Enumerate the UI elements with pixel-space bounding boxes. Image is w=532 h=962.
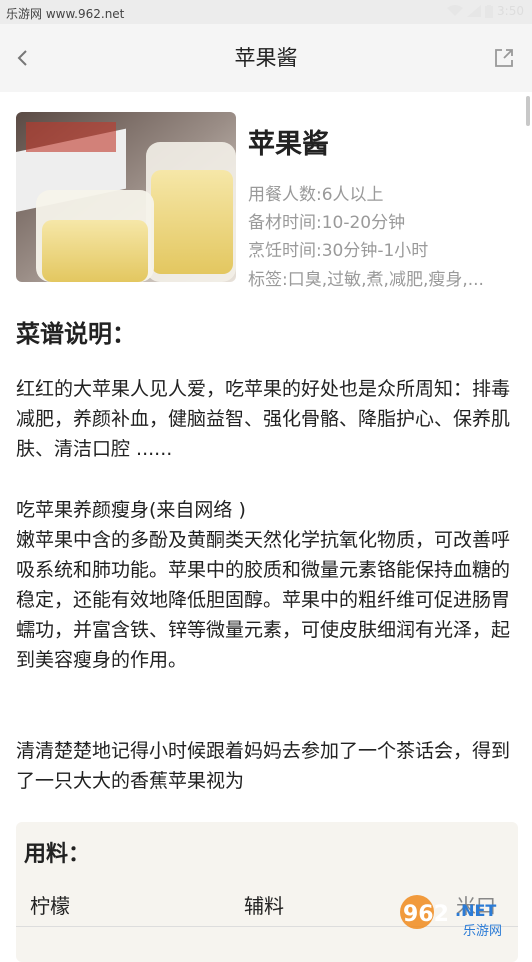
scrollbar[interactable] — [526, 96, 530, 126]
watermark-brand: 962 — [403, 902, 449, 927]
description-text-1: 红红的大苹果人见人爱，吃苹果的好处也是众所周知：排毒减肥，养颜补血，健脑益智、强… — [16, 378, 511, 460]
status-bar: 乐游网 www.962.net 3:50 — [0, 0, 532, 24]
prep-time-text: 备材时间:10-20分钟 — [248, 213, 406, 233]
recipe-title: 苹果酱 — [248, 129, 329, 160]
description-paragraph-3: 清清楚楚地记得小时候跟着妈妈去参加了一个茶话会，得到了一只大大的香蕉苹果视为 — [16, 736, 516, 796]
page-title: 苹果酱 — [234, 46, 298, 70]
description-text-2: 嫩苹果中含的多酚及黄酮类天然化学抗氧化物质，可改善呼吸系统和肺功能。苹果中的胶质… — [16, 529, 511, 671]
ingredients-title: 用料： — [24, 842, 91, 867]
tags-text: 标签:口臭,过敏,煮,减肥,瘦身,... — [248, 270, 484, 290]
wifi-icon — [447, 5, 464, 16]
share-icon — [495, 49, 513, 67]
status-icons: 3:50 — [447, 4, 524, 18]
share-button[interactable] — [490, 44, 518, 72]
battery-icon — [485, 4, 494, 18]
status-time: 3:50 — [497, 4, 524, 18]
description-paragraph-2: 吃苹果养颜瘦身(来自网络 ) 嫩苹果中含的多酚及黄酮类天然化学抗氧化物质，可改善… — [16, 495, 516, 675]
ingredient-type: 辅料 — [244, 894, 284, 918]
description-title: 菜谱说明： — [16, 320, 136, 348]
status-site-text: 乐游网 www.962.net — [6, 7, 125, 21]
signal-icon — [467, 5, 482, 17]
description-heading-2: 吃苹果养颜瘦身(来自网络 ) — [16, 499, 246, 521]
description-text-3: 清清楚楚地记得小时候跟着妈妈去参加了一个茶话会，得到了一只大大的香蕉苹果视为 — [16, 740, 511, 792]
watermark-suffix: .NET — [455, 901, 496, 920]
cook-time-text: 烹饪时间:30分钟-1小时 — [248, 241, 429, 261]
recipe-image — [16, 112, 236, 282]
ingredient-name: 柠檬 — [30, 894, 70, 918]
app-header: 苹果酱 — [0, 24, 532, 92]
description-paragraph-1: 红红的大苹果人见人爱，吃苹果的好处也是众所周知：排毒减肥，养颜补血，健脑益智、强… — [16, 374, 516, 464]
servings-text: 用餐人数:6人以上 — [248, 185, 384, 205]
watermark-sub: 乐游网 — [463, 924, 502, 939]
site-watermark: 962 .NET 乐游网 — [395, 890, 525, 940]
